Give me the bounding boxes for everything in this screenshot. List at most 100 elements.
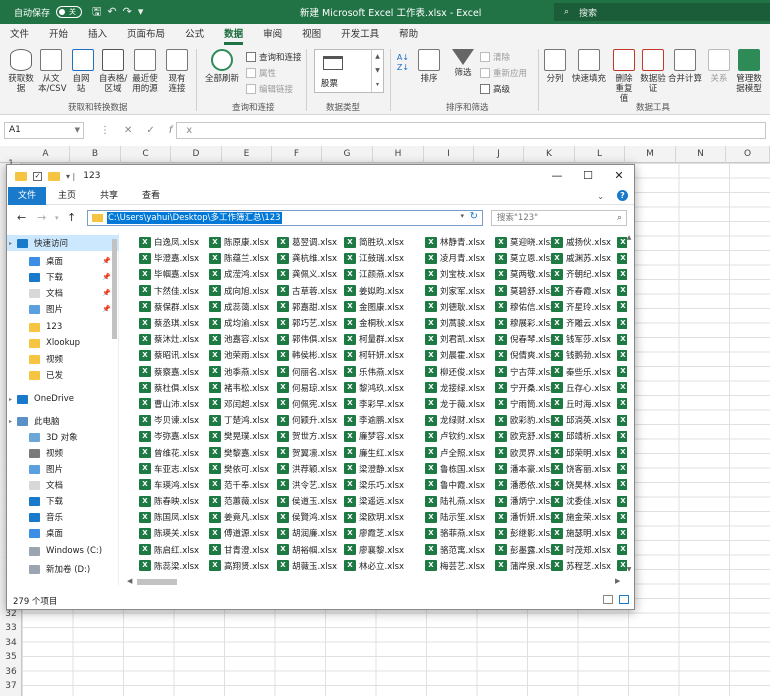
file-item[interactable]: X 欧灵界.xlsx (495, 444, 555, 460)
explorer-tab[interactable]: 主页 (46, 187, 88, 205)
row-header[interactable]: 37 (0, 679, 22, 694)
file-item[interactable]: X 侯道玉.xlsx (277, 493, 337, 509)
file-item[interactable]: X 陈瑛关.xlsx (139, 525, 199, 541)
file-item[interactable]: X 刘蒿骏.xlsx (425, 315, 485, 331)
file-item[interactable]: X 成向旭.xlsx (209, 283, 269, 299)
file-item[interactable]: X 鲁中霞.xlsx (425, 477, 485, 493)
row-header[interactable]: 36 (0, 665, 22, 680)
properties-button[interactable]: 属性 (246, 67, 276, 79)
remove-duplicates-button[interactable]: 删除重复值 (612, 49, 636, 104)
file-item[interactable]: X 成蕊蔼.xlsx (209, 299, 269, 315)
column-header[interactable]: B (70, 146, 121, 163)
file-item[interactable]: X 姜姒昀.xlsx (344, 283, 404, 299)
file-item[interactable]: X 卢钦约.xlsx (425, 428, 485, 444)
file-item[interactable]: X 洪荐颖.xlsx (277, 461, 337, 477)
nav-item[interactable]: 图片 (7, 461, 119, 477)
file-item[interactable]: X 丘存心.xlsx (551, 380, 611, 396)
scroll-thumb[interactable] (137, 579, 177, 585)
file-item[interactable]: X 卢全照.xlsx (425, 444, 485, 460)
file-item[interactable]: X 邓闰超.xlsx (209, 396, 269, 412)
file-item[interactable]: X 韩侯彬.xlsx (277, 347, 337, 363)
clear-filter-button[interactable]: 清除 (480, 51, 510, 63)
file-item[interactable]: X 潘忻妍.xlsx (495, 509, 555, 525)
column-header[interactable]: C (121, 146, 171, 163)
file-item[interactable]: X 时茂郑.xlsx (551, 542, 611, 558)
file-item[interactable]: X 欧克舒.xlsx (495, 428, 555, 444)
refresh-icon[interactable]: ↻ (470, 211, 478, 222)
file-item[interactable]: X 胡裕帼.xlsx (277, 542, 337, 558)
file-item[interactable]: X 廉梦容.xlsx (344, 428, 404, 444)
column-header[interactable]: J (474, 146, 524, 163)
file-item[interactable]: X 林静青.xlsx (425, 234, 485, 250)
quick-access-dropdown[interactable]: ▾ | (66, 172, 75, 181)
file-item[interactable]: X 陈蕴兰.xlsx (209, 250, 269, 266)
edit-links-button[interactable]: 编辑链接 (246, 83, 293, 95)
column-header[interactable]: G (322, 146, 373, 163)
file-item[interactable]: X 宁开桑.xlsx (495, 380, 555, 396)
ribbon-tab[interactable]: 开发工具 (331, 26, 389, 45)
file-item[interactable]: X 邱靖析.xlsx (551, 428, 611, 444)
manage-data-model-button[interactable]: 管理数据模型 (734, 49, 764, 94)
file-item[interactable]: X 岑弥嘉.xlsx (139, 428, 199, 444)
explorer-tab[interactable]: 文件 (8, 186, 47, 205)
formula-input[interactable] (176, 122, 766, 139)
file-item[interactable]: X 何丽名.xlsx (277, 364, 337, 380)
file-item[interactable]: X 褚韦松.xlsx (209, 380, 269, 396)
nav-item[interactable]: 3D 对象 (7, 429, 119, 445)
file-item[interactable]: X 蔡保群.xlsx (139, 299, 199, 315)
file-item[interactable]: X 卞然佳.xlsx (139, 283, 199, 299)
file-list-horizontal-scrollbar[interactable]: ◀ ▶ (125, 577, 625, 587)
file-item[interactable]: X 齐朝纪.xlsx (551, 266, 611, 282)
column-header[interactable]: F (272, 146, 322, 163)
file-item[interactable]: X 蔡杜俱.xlsx (139, 380, 199, 396)
file-item[interactable]: X 饶客丽.xlsx (551, 461, 611, 477)
relationships-button[interactable]: 关系 (708, 49, 730, 84)
new-folder-icon[interactable] (48, 171, 60, 181)
file-item[interactable]: X 龙绿财.xlsx (425, 412, 485, 428)
file-item[interactable]: X 林必立.xlsx (344, 558, 404, 574)
file-item[interactable]: X 黎鸿玖.xlsx (344, 380, 404, 396)
scroll-up-icon[interactable]: ▲ (625, 234, 633, 241)
stocks-scroll[interactable]: ▲ ▼ ▾ (371, 50, 383, 92)
back-arrow-icon[interactable]: ← (17, 211, 26, 224)
file-item[interactable]: X 何易琼.xlsx (277, 380, 337, 396)
filter-button[interactable]: 筛选 (452, 49, 474, 78)
file-item[interactable]: X 金图康.xlsx (344, 299, 404, 315)
file-item[interactable]: X 丁楚鸿.xlsx (209, 412, 269, 428)
column-header[interactable]: E (222, 146, 272, 163)
column-header[interactable]: D (171, 146, 222, 163)
scroll-thumb[interactable] (112, 239, 117, 339)
file-item[interactable]: X 莫两敬.xlsx (495, 266, 555, 282)
file-item[interactable]: X 宁雨筒.xlsx (495, 396, 555, 412)
file-item[interactable]: X 范蕙薇.xlsx (209, 493, 269, 509)
file-item[interactable]: X 彭继影.xlsx (495, 525, 555, 541)
nav-item[interactable]: 新加卷 (D:) (7, 561, 119, 577)
text-to-columns-button[interactable]: 分列 (544, 49, 566, 84)
ribbon-tab[interactable]: 页面布局 (117, 26, 175, 45)
file-item[interactable]: X 莫立恩.xlsx (495, 250, 555, 266)
file-item[interactable]: X 胡薇玉.xlsx (277, 558, 337, 574)
file-item[interactable]: X 陈春映.xlsx (139, 493, 199, 509)
file-item[interactable]: X 郭伟俱.xlsx (277, 331, 337, 347)
file-item[interactable]: X 施金荣.xlsx (551, 509, 611, 525)
quick-access-toolbar[interactable]: 🖫↶↷▾ (92, 3, 149, 22)
details-view-icon[interactable] (603, 595, 613, 604)
explorer-tab[interactable]: 共享 (88, 187, 130, 205)
file-item[interactable]: X蒲元明.xlsx (495, 574, 555, 576)
recent-locations-icon[interactable]: ▾ (55, 214, 59, 222)
file-item[interactable]: X 施瑟明.xlsx (551, 525, 611, 541)
sort-az-button[interactable]: A↓ Z↓ (396, 53, 410, 73)
file-item[interactable]: X 毕帼嘉.xlsx (139, 266, 199, 282)
scroll-left-icon[interactable]: ◀ (127, 577, 132, 585)
file-item[interactable]: X 戚扬伙.xlsx (551, 234, 611, 250)
get-data-button[interactable]: 获取数据 (6, 49, 36, 94)
file-item[interactable]: X 樊黎嘉.xlsx (209, 444, 269, 460)
file-item[interactable]: X 岑贝谏.xlsx (139, 412, 199, 428)
file-item[interactable]: X 何佩宪.xlsx (277, 396, 337, 412)
existing-connections-button[interactable]: 现有连接 (166, 49, 188, 94)
sort-button[interactable]: 排序 (418, 49, 440, 84)
file-item[interactable]: X 曹山沛.xlsx (139, 396, 199, 412)
column-header[interactable]: H (373, 146, 424, 163)
file-item[interactable]: X 陆示笙.xlsx (425, 509, 485, 525)
file-item[interactable]: X 廖霞芝.xlsx (344, 525, 404, 541)
